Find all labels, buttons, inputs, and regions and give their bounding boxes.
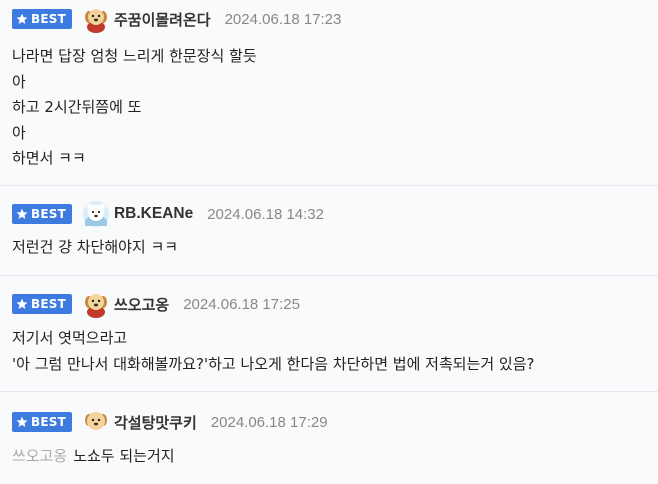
dog-avatar-icon[interactable]: [82, 5, 110, 33]
comment-text: 노쇼두 되는거지: [73, 447, 175, 465]
best-badge: BEST: [12, 9, 72, 29]
comment-author[interactable]: 각설탕맛쿠키: [114, 412, 197, 433]
dog-avatar-icon[interactable]: [82, 408, 110, 436]
comment-text-line: 아: [12, 123, 26, 142]
comment-item: BEST 주꿈이몰려온다 2024.06.18 17:23 나라면 답장 엄청 …: [0, 0, 658, 186]
comment-body: 저기서 엿먹으라고 '아 그럼 만나서 대화해볼까요?'하고 나오게 한다음 차…: [12, 326, 646, 377]
comment-timestamp: 2024.06.18 17:23: [224, 10, 342, 28]
star-icon: [16, 416, 28, 427]
comment-author[interactable]: 쓰오고옹: [114, 294, 169, 315]
comment-body: 쓰오고옹 노쇼두 되는거지: [12, 444, 646, 470]
comment-header: BEST 쓰오고옹 2024.06.18 17:25: [12, 290, 300, 318]
comment-timestamp: 2024.06.18 17:25: [183, 295, 300, 313]
comment-header: BEST RB.KEANe 2024.06.18 14:32: [12, 200, 324, 228]
comment-text-line: 저기서 엿먹으라고: [12, 329, 128, 347]
dog-avatar-icon[interactable]: [82, 290, 110, 318]
comment-text-line: 아: [12, 72, 26, 91]
star-icon: [16, 13, 28, 24]
best-badge: BEST: [12, 412, 72, 432]
comment-author[interactable]: 주꿈이몰려온다: [114, 9, 211, 30]
comment-header: BEST 주꿈이몰려온다 2024.06.18 17:23: [12, 5, 341, 33]
best-badge-label: BEST: [31, 207, 66, 221]
comment-list: BEST 주꿈이몰려온다 2024.06.18 17:23 나라면 답장 엄청 …: [0, 0, 658, 484]
best-badge: BEST: [12, 204, 72, 224]
comment-timestamp: 2024.06.18 14:32: [207, 205, 324, 223]
best-badge-label: BEST: [31, 415, 66, 429]
comment-timestamp: 2024.06.18 17:29: [210, 413, 328, 431]
comment-text-line: 쓰오고옹 노쇼두 되는거지: [12, 444, 646, 470]
comment-text-line: 나라면 답장 엄청 느리게 한문장식 할듯: [12, 47, 257, 65]
comment-header: BEST 각설탕맛쿠키 2024.06.18 17:29: [12, 408, 328, 436]
comment-text-line: 저런건 걍 차단해야지 ㅋㅋ: [12, 238, 179, 256]
comment-author[interactable]: RB.KEANe: [114, 205, 193, 223]
best-badge-label: BEST: [31, 297, 66, 311]
comment-text-line: '아 그럼 만나서 대화해볼까요?'하고 나오게 한다음 차단하면 법에 저촉되…: [12, 354, 535, 373]
star-icon: [16, 208, 28, 219]
best-badge-label: BEST: [31, 12, 66, 26]
star-icon: [16, 298, 28, 309]
best-badge: BEST: [12, 294, 72, 314]
polar-bear-avatar-icon[interactable]: [82, 200, 110, 228]
comment-text-line: 하면서 ㅋㅋ: [12, 149, 86, 167]
comment-item: BEST RB.KEANe 2024.06.18 14:32 저런건 걍 차단해…: [0, 186, 658, 276]
comment-body: 저런건 걍 차단해야지 ㅋㅋ: [12, 235, 646, 261]
comment-text-line: 하고 2시간뒤쯤에 또: [12, 98, 142, 116]
comment-item: BEST 각설탕맛쿠키 2024.06.18 17:29 쓰오고옹 노쇼두 되는거…: [0, 392, 658, 484]
comment-body: 나라면 답장 엄청 느리게 한문장식 할듯 아 하고 2시간뒤쯤에 또 아 하면…: [12, 44, 646, 172]
reply-mention[interactable]: 쓰오고옹: [12, 447, 67, 465]
comment-item: BEST 쓰오고옹 2024.06.18 17:25 저기서 엿먹으라고 '아 …: [0, 276, 658, 392]
